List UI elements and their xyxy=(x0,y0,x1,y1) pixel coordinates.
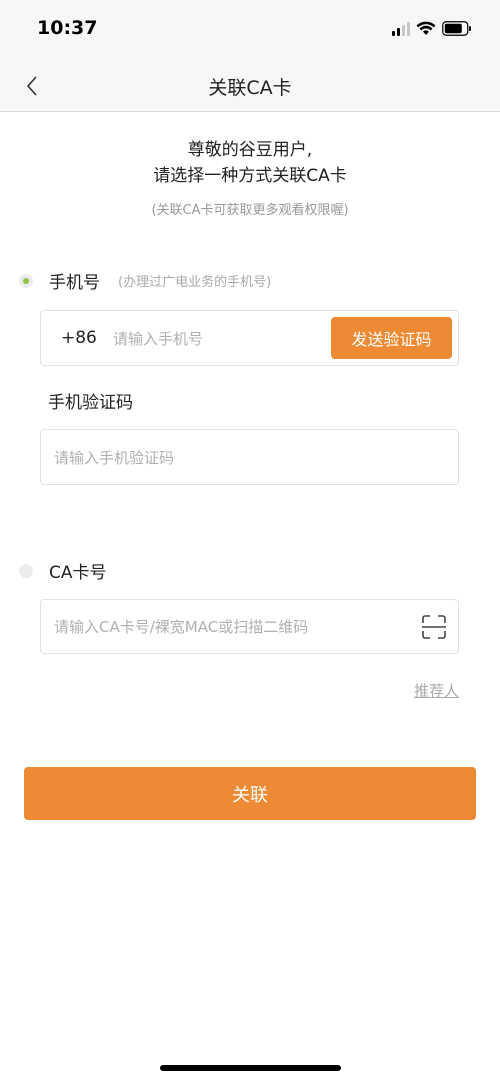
status-time: 10:37 xyxy=(37,17,98,39)
status-bar: 10:37 xyxy=(0,0,500,60)
page-title: 关联CA卡 xyxy=(208,77,292,99)
country-code: +86 xyxy=(61,328,97,348)
status-icons xyxy=(392,21,472,36)
ca-option[interactable]: CA卡号 xyxy=(19,558,107,583)
ca-option-label: CA卡号 xyxy=(49,563,107,583)
link-ca-card-screen: 10:37 关联CA卡 尊敬的谷豆用户, 请选择一种方式关联CA卡 (关联CA卡… xyxy=(0,0,500,1082)
greeting-line-2: 请选择一种方式关联CA卡 xyxy=(153,166,347,186)
referrer-link[interactable]: 推荐人 xyxy=(414,680,459,701)
phone-option-label: 手机号 xyxy=(49,273,100,293)
phone-option[interactable]: 手机号 (办理过广电业务的手机号) xyxy=(19,268,271,293)
verification-code-label: 手机验证码 xyxy=(48,393,133,413)
phone-input[interactable] xyxy=(113,328,323,350)
home-indicator[interactable] xyxy=(160,1065,341,1071)
greeting: 尊敬的谷豆用户, 请选择一种方式关联CA卡 (关联CA卡可获取更多观看权限喔) xyxy=(0,137,500,218)
link-button[interactable]: 关联 xyxy=(24,767,476,820)
ca-option-radio[interactable] xyxy=(19,563,33,578)
send-code-button[interactable]: 发送验证码 xyxy=(331,317,452,359)
greeting-note: (关联CA卡可获取更多观看权限喔) xyxy=(151,203,349,218)
greeting-line-1: 尊敬的谷豆用户, xyxy=(187,140,313,160)
phone-input-box: +86 发送验证码 xyxy=(40,310,459,366)
battery-icon xyxy=(442,21,471,36)
cellular-signal-icon xyxy=(392,21,410,36)
ca-input-box xyxy=(40,599,459,654)
scan-qr-icon[interactable] xyxy=(420,613,448,641)
verification-code-box xyxy=(40,429,459,485)
phone-option-radio[interactable] xyxy=(19,273,33,288)
nav-bar: 关联CA卡 xyxy=(0,60,500,112)
wifi-icon xyxy=(416,21,436,35)
ca-number-input[interactable] xyxy=(54,616,414,638)
phone-option-hint: (办理过广电业务的手机号) xyxy=(118,275,272,290)
verification-code-input[interactable] xyxy=(54,447,444,469)
